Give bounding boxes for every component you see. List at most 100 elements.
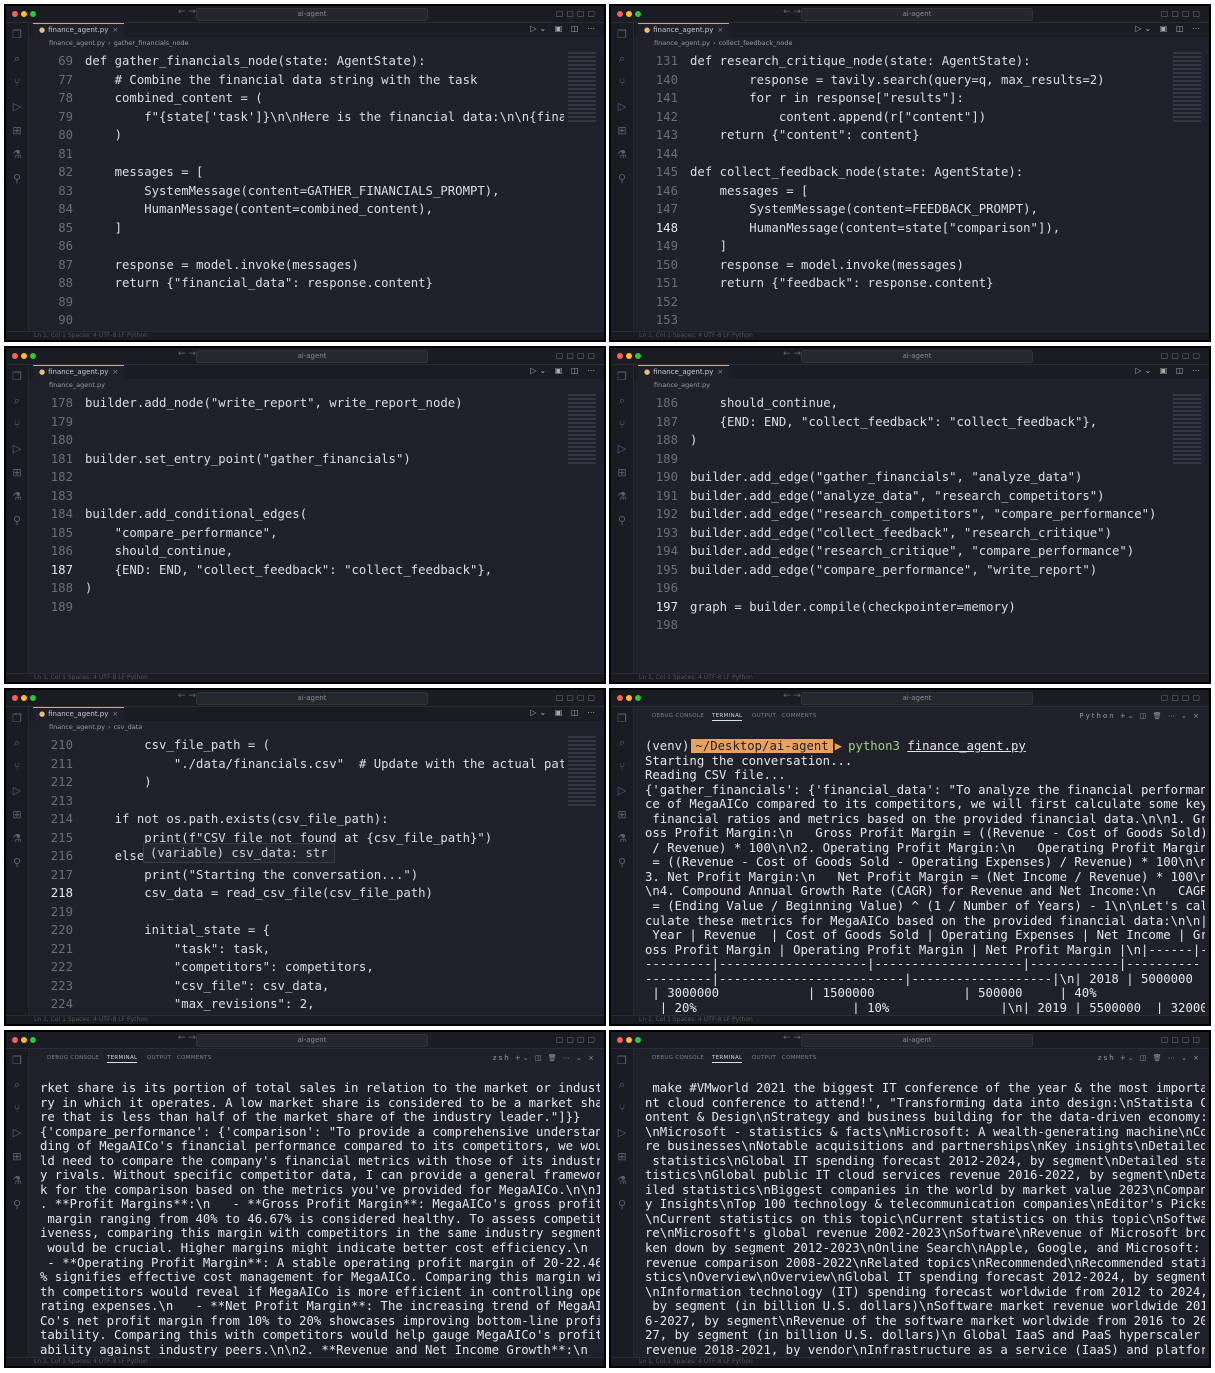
close-window-button[interactable] [617, 11, 623, 17]
minimap[interactable] [568, 52, 596, 122]
minimize-window-button[interactable] [626, 695, 632, 701]
close-window-button[interactable] [12, 1037, 18, 1043]
nav-arrows-icon[interactable]: ← → [178, 349, 196, 359]
source-control-icon[interactable]: ⑂ [6, 413, 28, 437]
maximize-window-button[interactable] [635, 353, 641, 359]
minimap[interactable] [568, 394, 596, 464]
tab-comments[interactable]: COMMENTS [177, 1055, 212, 1061]
close-window-button[interactable] [617, 1037, 623, 1043]
testing-icon[interactable]: ⚗ [6, 485, 28, 509]
minimap[interactable] [1173, 52, 1201, 122]
maximize-window-button[interactable] [30, 695, 36, 701]
maximize-window-button[interactable] [635, 11, 641, 17]
close-tab-icon[interactable]: × [112, 26, 118, 34]
command-center-search[interactable]: ai-agent [196, 1034, 428, 1047]
minimize-window-button[interactable] [21, 11, 27, 17]
breadcrumb-item[interactable]: finance_agent.py [654, 39, 710, 47]
nav-arrows-icon[interactable]: ← → [783, 1033, 801, 1043]
breadcrumb-item[interactable]: finance_agent.py [49, 723, 105, 731]
tab-finance-agent[interactable]: ● finance_agent.py × [638, 365, 730, 380]
extensions-icon[interactable]: ⊞ [611, 461, 633, 485]
tab-debug-console[interactable]: DEBUG CONSOLE [652, 713, 704, 719]
command-center-search[interactable]: ai-agent [801, 1034, 1033, 1047]
testing-icon[interactable]: ⚗ [6, 143, 28, 167]
run-debug-icon[interactable]: ▷ [611, 437, 633, 461]
terminal-actions-icons[interactable]: +⌄ ◫ 🗑 ⋯ ⌄ × [1116, 712, 1201, 720]
maximize-window-button[interactable] [635, 695, 641, 701]
terminal-actions-icons[interactable]: +⌄ ◫ 🗑 ⋯ ⌄ × [511, 1054, 596, 1062]
minimap[interactable] [1173, 394, 1201, 464]
remote-icon[interactable]: ⚲ [6, 167, 28, 191]
minimize-window-button[interactable] [21, 353, 27, 359]
minimize-window-button[interactable] [21, 1037, 27, 1043]
close-window-button[interactable] [12, 353, 18, 359]
run-split-actions[interactable]: ▷⌄ ▣ ◫ ⋯ [1135, 24, 1203, 33]
search-icon[interactable]: ⌕ [6, 47, 28, 71]
tab-output[interactable]: OUTPUT [752, 713, 776, 719]
code-editor[interactable]: 178 builder.add_node("write_report", writ… [29, 394, 564, 672]
source-control-icon[interactable]: ⑂ [611, 755, 633, 779]
prompt-file-link[interactable]: finance_agent.py [907, 739, 1025, 753]
testing-icon[interactable]: ⚗ [611, 1169, 633, 1193]
tab-terminal[interactable]: TERMINAL [107, 1055, 138, 1063]
breadcrumb-item[interactable]: finance_agent.py [654, 381, 710, 389]
terminal-controls[interactable]: zsh +⌄ ◫ 🗑 ⋯ ⌄ × [1098, 1054, 1201, 1062]
extensions-icon[interactable]: ⊞ [611, 1145, 633, 1169]
minimize-window-button[interactable] [626, 11, 632, 17]
tab-terminal[interactable]: TERMINAL [712, 1055, 743, 1063]
minimize-window-button[interactable] [626, 353, 632, 359]
minimize-window-button[interactable] [21, 695, 27, 701]
run-debug-icon[interactable]: ▷ [611, 95, 633, 119]
maximize-window-button[interactable] [30, 1037, 36, 1043]
tab-output[interactable]: OUTPUT [147, 1055, 171, 1061]
tab-debug-console[interactable]: DEBUG CONSOLE [47, 1055, 99, 1061]
remote-icon[interactable]: ⚲ [6, 1193, 28, 1217]
remote-icon[interactable]: ⚲ [611, 851, 633, 875]
extensions-icon[interactable]: ⊞ [611, 803, 633, 827]
minimize-window-button[interactable] [626, 1037, 632, 1043]
testing-icon[interactable]: ⚗ [611, 827, 633, 851]
tab-output[interactable]: OUTPUT [752, 1055, 776, 1061]
extensions-icon[interactable]: ⊞ [6, 119, 28, 143]
terminal-actions-icons[interactable]: +⌄ ◫ 🗑 ⋯ ⌄ × [1116, 1054, 1201, 1062]
source-control-icon[interactable]: ⑂ [6, 71, 28, 95]
breadcrumb-item[interactable]: csv_data [114, 723, 143, 731]
close-tab-icon[interactable]: × [717, 26, 723, 34]
files-icon[interactable]: ❐ [611, 23, 633, 47]
search-icon[interactable]: ⌕ [6, 389, 28, 413]
terminal-output[interactable]: make #VMworld 2021 the biggest IT confer… [645, 1081, 1205, 1356]
layout-toggle-icons[interactable]: ▢▢▢▢ [1161, 1035, 1203, 1044]
close-window-button[interactable] [12, 695, 18, 701]
run-debug-icon[interactable]: ▷ [6, 1121, 28, 1145]
maximize-window-button[interactable] [635, 1037, 641, 1043]
run-debug-icon[interactable]: ▷ [611, 779, 633, 803]
nav-arrows-icon[interactable]: ← → [783, 691, 801, 701]
close-window-button[interactable] [617, 695, 623, 701]
minimap[interactable] [568, 736, 596, 806]
tab-debug-console[interactable]: DEBUG CONSOLE [652, 1055, 704, 1061]
testing-icon[interactable]: ⚗ [611, 485, 633, 509]
layout-toggle-icons[interactable]: ▢▢▢▢ [1161, 693, 1203, 702]
nav-arrows-icon[interactable]: ← → [178, 7, 196, 17]
terminal-controls[interactable]: zsh +⌄ ◫ 🗑 ⋯ ⌄ × [493, 1054, 596, 1062]
testing-icon[interactable]: ⚗ [6, 827, 28, 851]
run-split-actions[interactable]: ▷⌄ ▣ ◫ ⋯ [530, 24, 598, 33]
tab-finance-agent[interactable]: ● finance_agent.py × [33, 707, 125, 722]
remote-icon[interactable]: ⚲ [6, 851, 28, 875]
source-control-icon[interactable]: ⑂ [611, 1097, 633, 1121]
maximize-window-button[interactable] [30, 11, 36, 17]
search-icon[interactable]: ⌕ [6, 1073, 28, 1097]
layout-toggle-icons[interactable]: ▢▢▢▢ [1161, 351, 1203, 360]
close-tab-icon[interactable]: × [112, 710, 118, 718]
command-center-search[interactable]: ai-agent [196, 692, 428, 705]
search-icon[interactable]: ⌕ [611, 731, 633, 755]
breadcrumb-item[interactable]: gather_financials_node [114, 39, 189, 47]
command-center-search[interactable]: ai-agent [801, 8, 1033, 21]
files-icon[interactable]: ❐ [611, 365, 633, 389]
layout-toggle-icons[interactable]: ▢▢▢▢ [1161, 9, 1203, 18]
tab-finance-agent[interactable]: ● finance_agent.py × [638, 23, 730, 38]
files-icon[interactable]: ❐ [6, 707, 28, 731]
testing-icon[interactable]: ⚗ [611, 143, 633, 167]
search-icon[interactable]: ⌕ [6, 731, 28, 755]
command-center-search[interactable]: ai-agent [196, 350, 428, 363]
